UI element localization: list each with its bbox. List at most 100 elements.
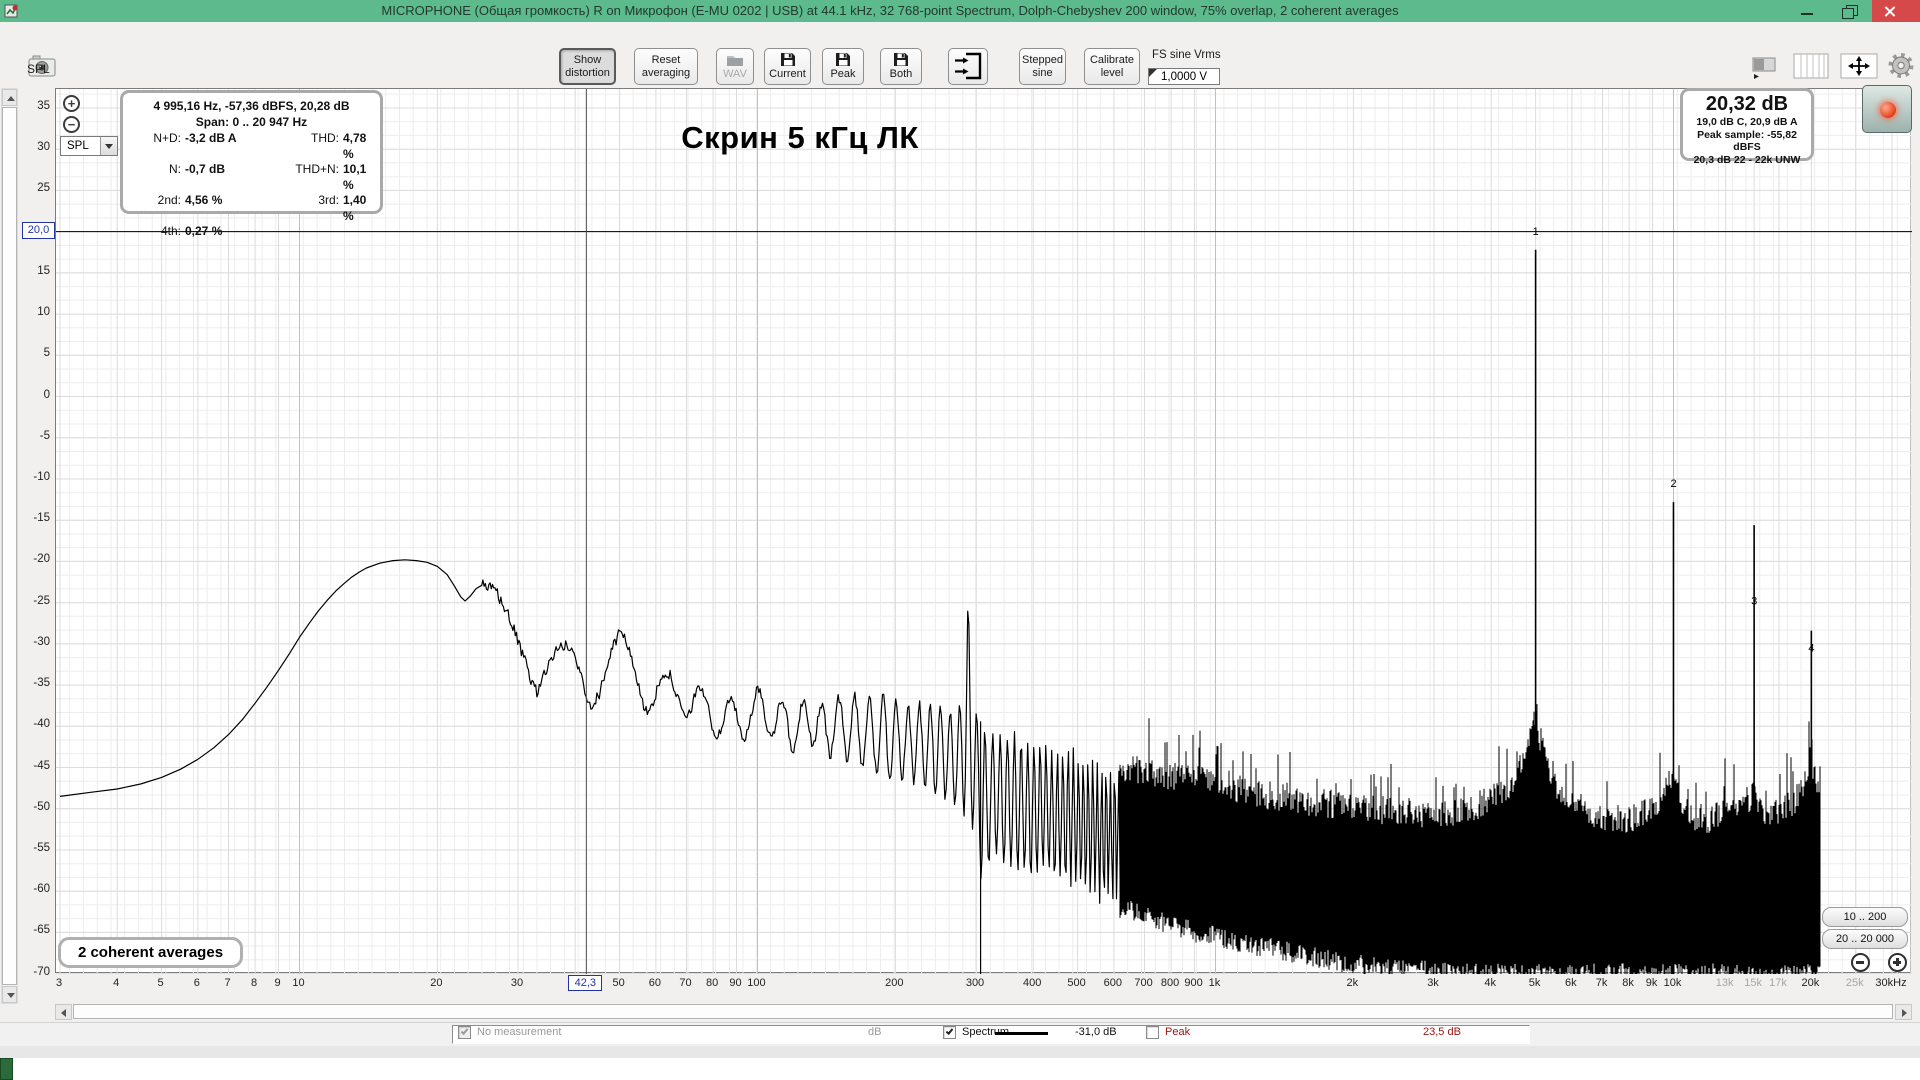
range-20-20000-button[interactable]: 20 .. 20 000	[1822, 929, 1908, 949]
x-tick-17k: 17k	[1769, 977, 1787, 989]
info-v2-row1: 10,1 %	[343, 162, 367, 192]
span-readout: Span: 0 .. 20 947 Hz	[195, 115, 308, 129]
x-tick-4k: 4k	[1484, 977, 1497, 989]
no-measurement-checkbox[interactable]	[458, 1026, 471, 1039]
calibrate-level-label: Calibrate level	[1089, 54, 1135, 79]
status-indicator-box	[0, 1058, 13, 1080]
zoom-out-y-button[interactable]: −	[63, 116, 80, 133]
x-tick-50: 50	[612, 977, 625, 989]
zoom-out-x-button[interactable]	[1851, 953, 1870, 972]
scroll-down-arrow[interactable]	[2, 986, 17, 1003]
show-distortion-button[interactable]: Show distortion	[559, 48, 616, 85]
y-tick--30: -30	[33, 635, 50, 648]
spectrum-checkbox[interactable]	[943, 1026, 956, 1039]
fs-sine-input[interactable]	[1148, 68, 1220, 85]
record-button[interactable]	[1862, 85, 1912, 133]
peak-button[interactable]: Peak	[822, 48, 864, 85]
x-tick-90: 90	[729, 977, 742, 989]
x-tick-4: 4	[113, 977, 120, 989]
floppy-icon	[894, 53, 908, 67]
calibrate-level-button[interactable]: Calibrate level	[1084, 48, 1140, 85]
y-tick--50: -50	[33, 800, 50, 813]
y-tick-25: 25	[37, 182, 50, 195]
y-tick--25: -25	[33, 594, 50, 607]
x-tick-60: 60	[648, 977, 661, 989]
spectrum-level-value: -31,0 dB	[1075, 1026, 1117, 1038]
scroll-left-arrow[interactable]	[55, 1004, 72, 1020]
settings-button[interactable]	[1886, 51, 1916, 85]
level-weighted-values: 19,0 dB C, 20,9 dB A	[1696, 116, 1798, 128]
toolbar: Show distortion Reset averaging WAV Current…	[0, 22, 1920, 85]
x-tick-6: 6	[193, 977, 200, 989]
scroll-right-arrow[interactable]	[1895, 1004, 1912, 1020]
vertical-scroll-thumb[interactable]	[2, 107, 17, 985]
x-tick-70: 70	[679, 977, 692, 989]
x-tick-25k: 25k	[1845, 977, 1864, 989]
loop-button[interactable]	[948, 48, 988, 85]
y-axis-unit-combo[interactable]: SPL	[60, 136, 118, 156]
y-tick-30: 30	[37, 141, 50, 154]
y-tick--45: -45	[33, 759, 50, 772]
x-tick-20: 20	[430, 977, 443, 989]
x-tick-7: 7	[224, 977, 231, 989]
minimize-button[interactable]	[1788, 0, 1828, 22]
wav-button[interactable]: WAV	[716, 48, 754, 85]
x-tick-100: 100	[747, 977, 766, 989]
x-tick-800: 800	[1160, 977, 1180, 989]
fs-sine-label: FS sine Vrms	[1152, 49, 1221, 61]
y-tick--65: -65	[33, 924, 50, 937]
reset-averaging-button[interactable]: Reset averaging	[634, 48, 698, 85]
x-tick-6k: 6k	[1565, 977, 1577, 989]
harmonic-label-2: 2	[1670, 478, 1676, 490]
y-tick--40: -40	[33, 718, 50, 731]
bars-view-icon-button[interactable]	[1793, 53, 1829, 84]
current-button[interactable]: Current	[764, 48, 811, 85]
x-tick-80: 80	[705, 977, 719, 989]
info-l2-row0: THD:	[311, 131, 339, 145]
scroll-up-arrow[interactable]	[2, 89, 17, 106]
window-title: MICROPHONE (Общая громкость) R on Микроф…	[381, 3, 1399, 18]
floppy-icon	[780, 53, 795, 67]
info-v1-row3: 0,27 %	[185, 224, 223, 238]
y-tick--15: -15	[33, 512, 50, 525]
stepped-sine-button[interactable]: Stepped sine	[1019, 48, 1066, 85]
pan-tool-icon-button[interactable]	[1840, 53, 1878, 84]
harmonic-label-4: 4	[1808, 642, 1814, 654]
fs-sine-input-marker	[1149, 69, 1157, 77]
horizontal-scroll-thumb[interactable]	[73, 1004, 1893, 1019]
x-tick-8k: 8k	[1622, 977, 1634, 989]
peak-checkbox[interactable]	[1146, 1026, 1159, 1039]
reset-averaging-label: Reset averaging	[641, 54, 691, 79]
y-tick-15: 15	[37, 264, 50, 277]
info-l2-row2: 3rd:	[318, 193, 339, 207]
zoom-in-y-button[interactable]: +	[63, 95, 80, 112]
x-tick-300: 300	[965, 977, 985, 989]
range-10-200-button[interactable]: 10 .. 200	[1822, 907, 1908, 927]
x-tick-1k: 1k	[1208, 977, 1221, 989]
both-label: Both	[889, 68, 913, 81]
x-tick-20k: 20k	[1801, 977, 1820, 989]
info-v2-row3	[343, 224, 380, 240]
info-v2-row2: 1,40 %	[343, 193, 367, 223]
info-v1-row0: -3,2 dB A	[185, 131, 237, 145]
level-meter-icon	[1752, 57, 1776, 79]
plot-title: Скрин 5 кГц ЛК	[681, 120, 919, 155]
y-cursor-marker[interactable]: 20,0	[22, 222, 55, 239]
no-measurement-label: No measurement	[477, 1026, 562, 1038]
x-cursor-marker[interactable]: 42,3	[568, 975, 603, 991]
folder-icon	[727, 55, 743, 66]
zoom-in-x-button[interactable]	[1888, 953, 1907, 972]
level-meter-icon-button[interactable]	[1752, 56, 1780, 85]
both-button[interactable]: Both	[880, 48, 922, 85]
x-tick-3: 3	[55, 977, 63, 989]
info-l2-row1: THD+N:	[295, 162, 339, 176]
vertical-scrollbar[interactable]	[1, 88, 18, 1004]
bars-view-icon	[1793, 53, 1829, 79]
horizontal-scrollbar[interactable]	[55, 1004, 1912, 1020]
info-l1-row2: 2nd:	[157, 193, 181, 207]
close-button[interactable]	[1872, 0, 1920, 22]
restore-button[interactable]	[1830, 0, 1870, 22]
y-tick--20: -20	[33, 553, 50, 566]
chevron-down-icon[interactable]	[100, 137, 117, 155]
x-tick-13k: 13k	[1715, 977, 1734, 989]
